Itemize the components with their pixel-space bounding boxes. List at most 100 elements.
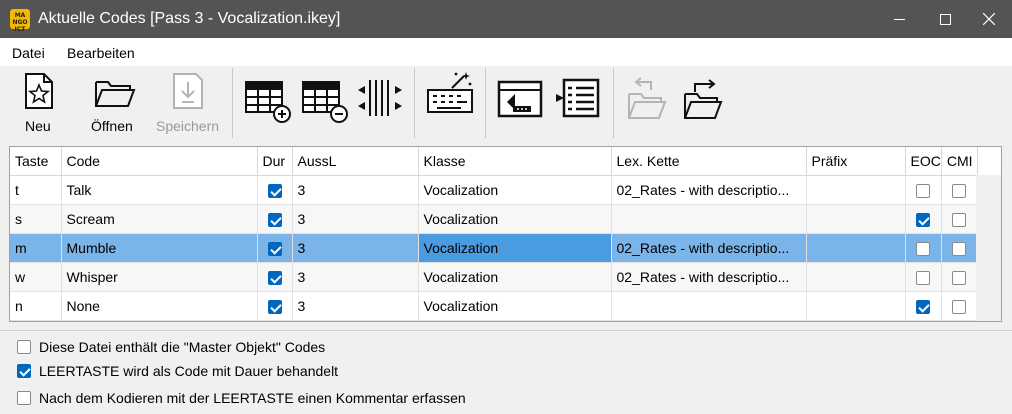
- toolbar-separator: [613, 68, 614, 138]
- cell-eoc[interactable]: [905, 262, 942, 292]
- cell-dur[interactable]: [257, 204, 293, 234]
- table-row[interactable]: w Whisper 3 Vocalization 02_Rates - with des…: [10, 262, 978, 292]
- column-header-cmi[interactable]: CMI: [941, 147, 978, 176]
- cell-eoc-checkbox[interactable]: [916, 183, 931, 198]
- cell-dur[interactable]: [257, 175, 293, 205]
- table-row[interactable]: m Mumble 3 Vocalization 02_Rates - with desc…: [10, 233, 978, 263]
- cell-dur[interactable]: [257, 262, 293, 292]
- cell-taste[interactable]: s: [10, 204, 62, 234]
- table-row[interactable]: t Talk 3 Vocalization 02_Rates - with descri…: [10, 175, 978, 205]
- cell-praefix[interactable]: [806, 262, 906, 292]
- cell-praefix[interactable]: [806, 175, 906, 205]
- table-row[interactable]: n None 3 Vocalization: [10, 291, 978, 321]
- cell-eoc-checkbox[interactable]: [916, 212, 931, 227]
- import-list-button[interactable]: [552, 68, 606, 140]
- cell-cmi[interactable]: [941, 262, 978, 292]
- menu-datei[interactable]: Datei: [12, 45, 45, 61]
- column-width-button[interactable]: [354, 68, 406, 140]
- column-header-aussl[interactable]: AussL: [292, 147, 419, 176]
- cell-lex-kette[interactable]: [611, 291, 807, 321]
- cell-taste[interactable]: m: [10, 233, 62, 263]
- cell-klasse[interactable]: Vocalization: [418, 175, 612, 205]
- cell-lex-kette[interactable]: 02_Rates - with descriptio...: [611, 175, 807, 205]
- cell-dur-checkbox[interactable]: [267, 183, 282, 198]
- cell-code[interactable]: Whisper: [61, 262, 258, 292]
- column-header-klasse[interactable]: Klasse: [418, 147, 612, 176]
- remove-row-button[interactable]: [297, 68, 351, 140]
- master-object-option[interactable]: Diese Datei enthält die "Master Objekt" …: [17, 339, 325, 355]
- cell-cmi[interactable]: [941, 204, 978, 234]
- cell-praefix[interactable]: [806, 291, 906, 321]
- cell-taste[interactable]: w: [10, 262, 62, 292]
- cell-dur-checkbox[interactable]: [267, 299, 282, 314]
- export-icon: [497, 80, 543, 118]
- cell-klasse[interactable]: Vocalization: [418, 204, 612, 234]
- cell-cmi-checkbox[interactable]: [952, 270, 967, 285]
- cell-taste[interactable]: n: [10, 291, 62, 321]
- comment-option[interactable]: Nach dem Kodieren mit der LEERTASTE eine…: [17, 390, 466, 406]
- export-folder-button[interactable]: [677, 68, 729, 140]
- cell-eoc[interactable]: [905, 291, 942, 321]
- cell-klasse[interactable]: Vocalization: [418, 233, 612, 263]
- cell-aussl[interactable]: 3: [292, 262, 419, 292]
- column-header-praefix[interactable]: Präfix: [806, 147, 906, 176]
- cell-eoc-checkbox[interactable]: [916, 241, 931, 256]
- list-import-icon: [556, 78, 600, 118]
- close-button[interactable]: [966, 0, 1012, 38]
- cell-praefix[interactable]: [806, 204, 906, 234]
- import-folder-button[interactable]: [621, 68, 673, 140]
- cell-code[interactable]: Talk: [61, 175, 258, 205]
- cell-aussl[interactable]: 3: [292, 175, 419, 205]
- cell-cmi-checkbox[interactable]: [952, 183, 967, 198]
- cell-cmi[interactable]: [941, 233, 978, 263]
- cell-lex-kette[interactable]: [611, 204, 807, 234]
- column-header-eoc[interactable]: EOC: [905, 147, 942, 176]
- column-resize-icon: [358, 80, 402, 116]
- cell-cmi-checkbox[interactable]: [952, 241, 967, 256]
- column-header-taste[interactable]: Taste: [10, 147, 62, 176]
- table-row[interactable]: s Scream 3 Vocalization: [10, 204, 978, 234]
- cell-eoc[interactable]: [905, 204, 942, 234]
- column-header-dur[interactable]: Dur: [257, 147, 293, 176]
- cell-cmi-checkbox[interactable]: [952, 299, 967, 314]
- cell-lex-kette[interactable]: 02_Rates - with descriptio...: [611, 233, 807, 263]
- cell-code[interactable]: None: [61, 291, 258, 321]
- auto-keys-button[interactable]: [422, 68, 478, 140]
- cell-klasse[interactable]: Vocalization: [418, 262, 612, 292]
- save-button[interactable]: Speichern: [150, 68, 226, 140]
- cell-dur[interactable]: [257, 233, 293, 263]
- cell-dur[interactable]: [257, 291, 293, 321]
- cell-aussl[interactable]: 3: [292, 233, 419, 263]
- column-header-lex-kette[interactable]: Lex. Kette: [611, 147, 807, 176]
- master-object-checkbox[interactable]: [17, 340, 31, 354]
- menu-bearbeiten[interactable]: Bearbeiten: [67, 45, 135, 61]
- space-duration-checkbox[interactable]: [17, 364, 31, 378]
- cell-cmi[interactable]: [941, 291, 978, 321]
- column-header-code[interactable]: Code: [61, 147, 258, 176]
- cell-dur-checkbox[interactable]: [267, 212, 282, 227]
- add-row-button[interactable]: [240, 68, 294, 140]
- comment-checkbox[interactable]: [17, 391, 31, 405]
- export-button[interactable]: [493, 68, 547, 140]
- cell-eoc-checkbox[interactable]: [916, 299, 931, 314]
- cell-eoc[interactable]: [905, 175, 942, 205]
- cell-code[interactable]: Scream: [61, 204, 258, 234]
- cell-eoc-checkbox[interactable]: [916, 270, 931, 285]
- new-button[interactable]: Neu: [14, 68, 64, 140]
- cell-lex-kette[interactable]: 02_Rates - with descriptio...: [611, 262, 807, 292]
- cell-dur-checkbox[interactable]: [267, 241, 282, 256]
- cell-dur-checkbox[interactable]: [267, 270, 282, 285]
- maximize-button[interactable]: [922, 0, 968, 38]
- minimize-button[interactable]: [876, 0, 922, 38]
- cell-aussl[interactable]: 3: [292, 291, 419, 321]
- cell-taste[interactable]: t: [10, 175, 62, 205]
- open-button[interactable]: Öffnen: [88, 68, 140, 140]
- cell-praefix[interactable]: [806, 233, 906, 263]
- space-duration-option[interactable]: LEERTASTE wird als Code mit Dauer behand…: [17, 363, 338, 379]
- cell-klasse[interactable]: Vocalization: [418, 291, 612, 321]
- cell-aussl[interactable]: 3: [292, 204, 419, 234]
- cell-cmi[interactable]: [941, 175, 978, 205]
- cell-code[interactable]: Mumble: [61, 233, 258, 263]
- cell-eoc[interactable]: [905, 233, 942, 263]
- cell-cmi-checkbox[interactable]: [952, 212, 967, 227]
